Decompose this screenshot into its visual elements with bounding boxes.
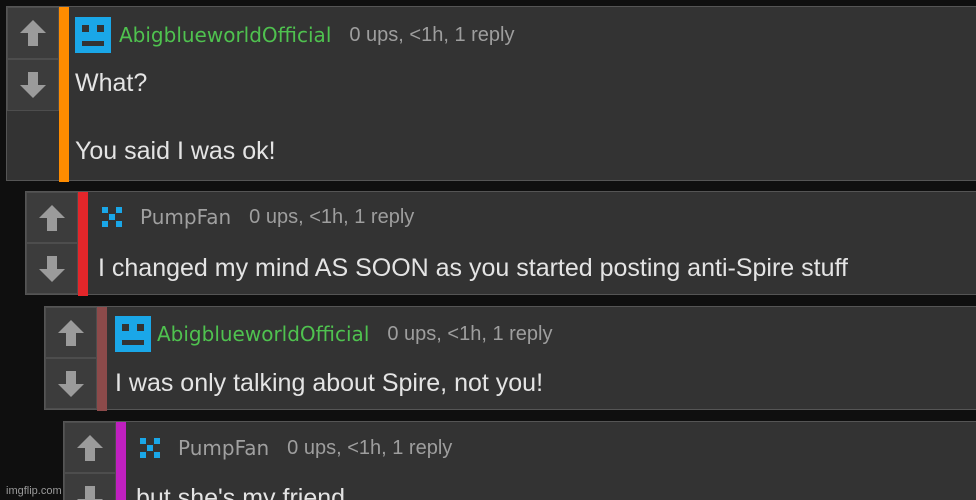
- arrow-up-icon: [20, 20, 46, 46]
- comment: PumpFan 0 ups, <1h, 1 reply I changed my…: [25, 191, 976, 296]
- arrow-down-icon: [39, 255, 65, 282]
- watermark: imgflip.com: [6, 485, 62, 497]
- pixel-cross-icon[interactable]: [102, 207, 122, 227]
- arrow-up-icon: [58, 319, 84, 346]
- comment-body: PumpFan 0 ups, <1h, 1 reply but she's my…: [136, 422, 976, 500]
- robot-face-icon[interactable]: [75, 17, 111, 53]
- vote-controls: [7, 7, 59, 111]
- comment-header: PumpFan 0 ups, <1h, 1 reply: [98, 192, 976, 242]
- comment-body: PumpFan 0 ups, <1h, 1 reply I changed my…: [98, 192, 976, 281]
- comment-meta: 0 ups, <1h, 1 reply: [387, 322, 553, 345]
- comment: AbigblueworldOfficial 0 ups, <1h, 1 repl…: [6, 6, 976, 182]
- comment-text-line: You said I was ok!: [75, 137, 276, 165]
- username-link[interactable]: AbigblueworldOfficial: [119, 23, 331, 47]
- arrow-up-icon: [77, 434, 103, 461]
- downvote-button[interactable]: [26, 243, 78, 294]
- arrow-down-icon: [77, 485, 103, 500]
- comment-text-line: I changed my mind AS SOON as you started…: [98, 254, 848, 282]
- arrow-down-icon: [58, 370, 84, 397]
- downvote-button[interactable]: [7, 59, 59, 111]
- vote-controls: [45, 307, 97, 409]
- upvote-button[interactable]: [7, 7, 59, 59]
- downvote-button[interactable]: [45, 358, 97, 409]
- comment-text-line: I was only talking about Spire, not you!: [115, 369, 544, 397]
- comment-body: AbigblueworldOfficial 0 ups, <1h, 1 repl…: [115, 307, 976, 396]
- comment-text-line: but she's my friend: [136, 484, 346, 500]
- username-link[interactable]: PumpFan: [178, 436, 269, 460]
- arrow-down-icon: [20, 72, 46, 98]
- comment-body: AbigblueworldOfficial 0 ups, <1h, 1 repl…: [75, 7, 976, 164]
- upvote-button[interactable]: [64, 422, 116, 473]
- comment-meta: 0 ups, <1h, 1 reply: [249, 205, 415, 228]
- thread-accent-bar: [97, 307, 107, 411]
- comment-meta: 0 ups, <1h, 1 reply: [349, 23, 515, 46]
- comment-header: AbigblueworldOfficial 0 ups, <1h, 1 repl…: [115, 307, 976, 361]
- downvote-button[interactable]: [64, 473, 116, 500]
- thread-accent-bar: [78, 192, 88, 296]
- arrow-up-icon: [39, 204, 65, 231]
- comment-header: PumpFan 0 ups, <1h, 1 reply: [136, 422, 976, 474]
- pixel-cross-icon[interactable]: [140, 438, 160, 458]
- comment-header: AbigblueworldOfficial 0 ups, <1h, 1 repl…: [75, 7, 976, 61]
- thread-accent-bar: [59, 7, 69, 182]
- comment-meta: 0 ups, <1h, 1 reply: [287, 436, 453, 459]
- upvote-button[interactable]: [26, 192, 78, 243]
- username-link[interactable]: AbigblueworldOfficial: [157, 322, 369, 346]
- comment: AbigblueworldOfficial 0 ups, <1h, 1 repl…: [44, 306, 976, 411]
- username-link[interactable]: PumpFan: [140, 205, 231, 229]
- comment-text-line: What?: [75, 69, 148, 97]
- thread-accent-bar: [116, 422, 126, 500]
- comment: PumpFan 0 ups, <1h, 1 reply but she's my…: [63, 421, 976, 500]
- robot-face-icon[interactable]: [115, 316, 151, 352]
- vote-controls: [64, 422, 116, 500]
- vote-controls: [26, 192, 78, 294]
- upvote-button[interactable]: [45, 307, 97, 358]
